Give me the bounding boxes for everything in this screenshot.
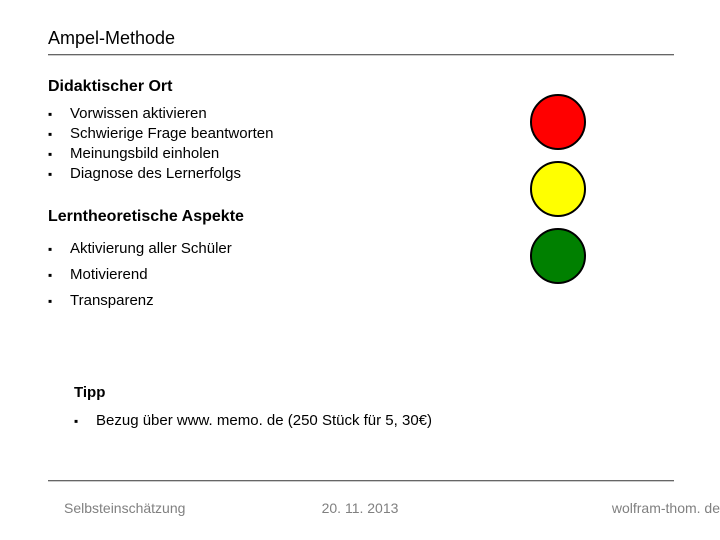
bullet-icon: ▪ — [74, 414, 96, 428]
section1-heading: Didaktischer Ort — [48, 78, 172, 96]
footer-right: wolfram-thom. de — [612, 500, 720, 516]
section2-list: ▪ Aktivierung aller Schüler ▪ Motivieren… — [48, 236, 232, 314]
tipp-list: ▪ Bezug über www. memo. de (250 Stück fü… — [74, 412, 432, 429]
list-item: ▪ Meinungsbild einholen — [48, 144, 273, 164]
section2-heading: Lerntheoretische Aspekte — [48, 208, 244, 226]
list-item-label: Bezug über www. memo. de (250 Stück für … — [96, 412, 432, 429]
list-item-label: Diagnose des Lernerfolgs — [70, 164, 241, 184]
list-item-label: Schwierige Frage beantworten — [70, 124, 273, 144]
list-item: ▪ Transparenz — [48, 288, 232, 314]
bullet-icon: ▪ — [48, 124, 70, 144]
page-title: Ampel-Methode — [48, 28, 175, 49]
list-item-label: Vorwissen aktivieren — [70, 104, 207, 124]
list-item-label: Motivierend — [70, 262, 148, 288]
traffic-light-yellow — [530, 161, 586, 217]
list-item: ▪ Motivierend — [48, 262, 232, 288]
tipp-heading: Tipp — [74, 384, 105, 401]
bullet-icon: ▪ — [48, 236, 70, 262]
list-item: ▪ Bezug über www. memo. de (250 Stück fü… — [74, 412, 432, 429]
list-item: ▪ Diagnose des Lernerfolgs — [48, 164, 273, 184]
list-item-label: Meinungsbild einholen — [70, 144, 219, 164]
bullet-icon: ▪ — [48, 144, 70, 164]
title-divider — [48, 54, 674, 56]
bullet-icon: ▪ — [48, 104, 70, 124]
footer-divider — [48, 480, 674, 482]
traffic-light-green — [530, 228, 586, 284]
list-item: ▪ Schwierige Frage beantworten — [48, 124, 273, 144]
list-item: ▪ Aktivierung aller Schüler — [48, 236, 232, 262]
traffic-light-red — [530, 94, 586, 150]
bullet-icon: ▪ — [48, 262, 70, 288]
bullet-icon: ▪ — [48, 288, 70, 314]
section1-list: ▪ Vorwissen aktivieren ▪ Schwierige Frag… — [48, 104, 273, 184]
list-item: ▪ Vorwissen aktivieren — [48, 104, 273, 124]
list-item-label: Aktivierung aller Schüler — [70, 236, 232, 262]
bullet-icon: ▪ — [48, 164, 70, 184]
list-item-label: Transparenz — [70, 288, 154, 314]
